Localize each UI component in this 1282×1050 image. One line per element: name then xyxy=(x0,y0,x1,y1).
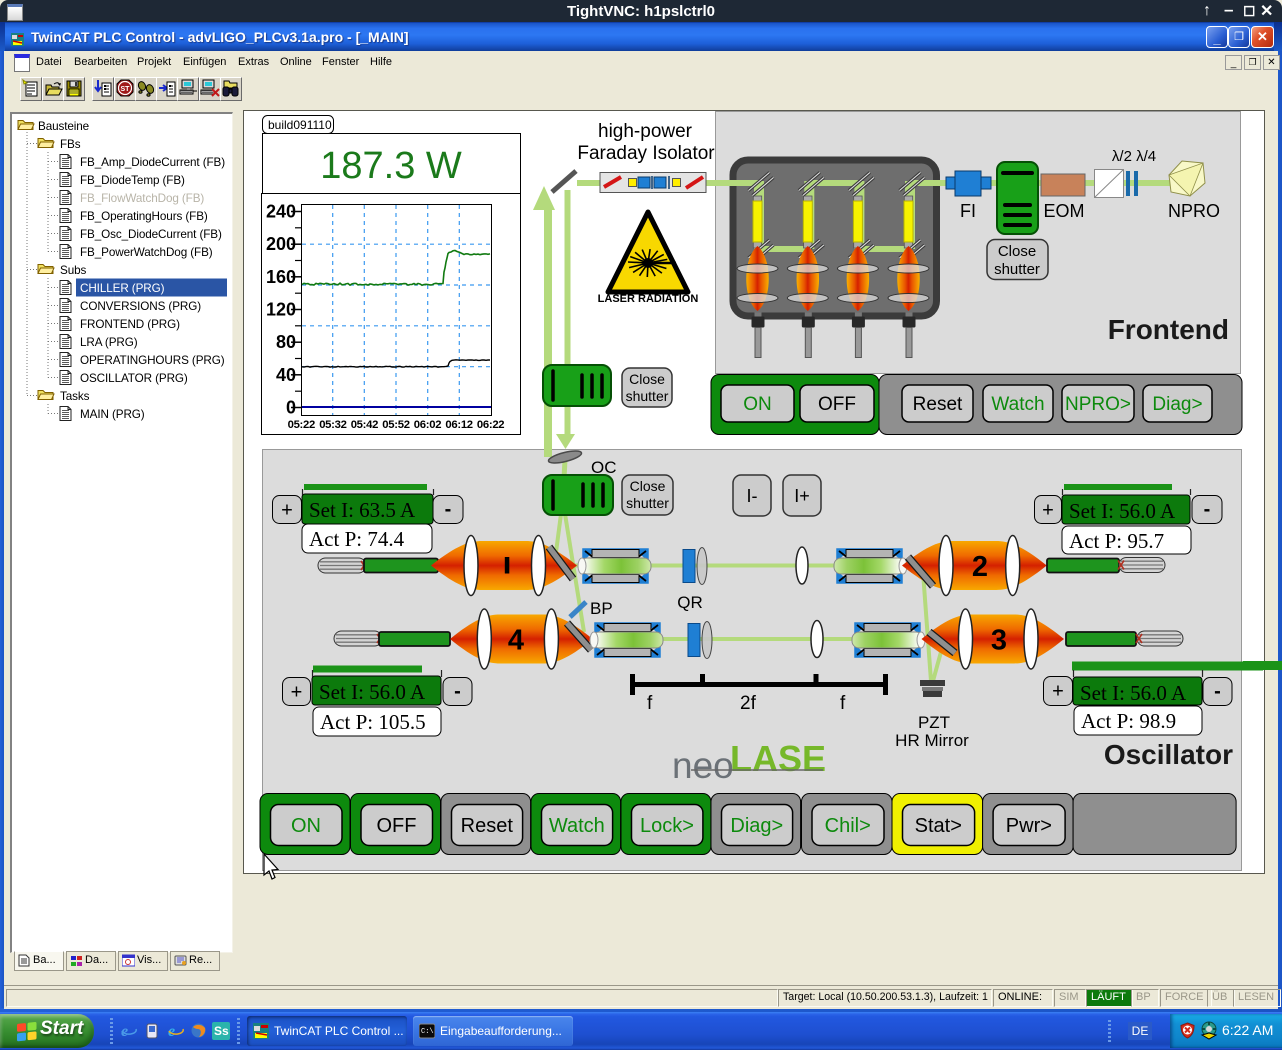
svg-text:LASER RADIATION: LASER RADIATION xyxy=(598,293,699,305)
svg-text:PZT: PZT xyxy=(918,713,950,732)
svg-text:NPRO: NPRO xyxy=(1168,201,1220,221)
svg-text:187.3 W: 187.3 W xyxy=(320,145,462,187)
svg-text:high-power: high-power xyxy=(598,121,693,142)
svg-text:Set I: 56.0 A: Set I: 56.0 A xyxy=(1069,499,1176,523)
svg-text:+: + xyxy=(1052,681,1064,703)
svg-text:C:\: C:\ xyxy=(421,1028,434,1036)
svg-text:BP: BP xyxy=(590,599,613,618)
svg-text:+: + xyxy=(281,500,293,522)
svg-text:OFF: OFF xyxy=(377,815,417,837)
svg-text:Close: Close xyxy=(998,243,1036,260)
svg-text:Diag>: Diag> xyxy=(1152,394,1202,415)
svg-text:Chil>: Chil> xyxy=(825,815,871,837)
svg-text:Set I: 56.0 A: Set I: 56.0 A xyxy=(319,680,426,704)
svg-text:05:22: 05:22 xyxy=(288,419,315,431)
svg-text:f: f xyxy=(840,693,846,714)
svg-text:neo: neo xyxy=(672,745,734,786)
svg-text:4: 4 xyxy=(508,625,524,657)
svg-text:λ/2 λ/4: λ/2 λ/4 xyxy=(1112,148,1156,165)
svg-text:I+: I+ xyxy=(794,486,810,506)
svg-text:06:12: 06:12 xyxy=(445,419,472,431)
svg-text:Watch: Watch xyxy=(991,394,1044,415)
svg-text:Pwr>: Pwr> xyxy=(1006,815,1052,837)
svg-text:+: + xyxy=(291,682,303,704)
svg-text:I-: I- xyxy=(747,486,758,506)
svg-text:LRA (PRG): LRA (PRG) xyxy=(80,336,138,349)
svg-text:NPRO>: NPRO> xyxy=(1065,394,1131,415)
svg-text:OFF: OFF xyxy=(818,394,856,415)
svg-text:Faraday Isolator: Faraday Isolator xyxy=(577,143,715,164)
svg-text:Stat>: Stat> xyxy=(915,815,962,837)
svg-text:Watch: Watch xyxy=(549,815,605,837)
svg-text:Reset: Reset xyxy=(913,394,963,415)
svg-text:120: 120 xyxy=(266,300,296,320)
svg-text:FRONTEND (PRG): FRONTEND (PRG) xyxy=(80,318,180,331)
svg-text:3: 3 xyxy=(991,625,1007,657)
svg-text:-: - xyxy=(1214,681,1221,703)
svg-text:f: f xyxy=(647,693,653,714)
svg-text:FB_FlowWatchDog (FB): FB_FlowWatchDog (FB) xyxy=(80,192,204,205)
svg-text:Reset: Reset xyxy=(461,815,514,837)
svg-text:Set I: 63.5 A: Set I: 63.5 A xyxy=(309,498,416,522)
svg-text:FB_DiodeTemp (FB): FB_DiodeTemp (FB) xyxy=(80,174,185,187)
svg-text:OSCILLATOR (PRG): OSCILLATOR (PRG) xyxy=(80,372,188,385)
svg-text:FB_PowerWatchDog (FB): FB_PowerWatchDog (FB) xyxy=(80,246,213,259)
svg-text:Set I: 56.0 A: Set I: 56.0 A xyxy=(1080,681,1187,705)
svg-text:MAIN (PRG): MAIN (PRG) xyxy=(80,408,145,421)
svg-text:-: - xyxy=(1204,499,1211,521)
svg-text:Frontend: Frontend xyxy=(1108,314,1229,345)
svg-text:FB_Amp_DiodeCurrent (FB): FB_Amp_DiodeCurrent (FB) xyxy=(80,156,225,169)
svg-text:200: 200 xyxy=(266,234,296,254)
svg-text:build091110: build091110 xyxy=(268,118,332,132)
svg-text:FI: FI xyxy=(960,201,976,221)
svg-text:LASE: LASE xyxy=(730,738,826,779)
svg-text:06:02: 06:02 xyxy=(414,419,441,431)
svg-text:CONVERSIONS (PRG): CONVERSIONS (PRG) xyxy=(80,300,201,313)
svg-text:ON: ON xyxy=(291,815,321,837)
svg-text:80: 80 xyxy=(276,332,296,352)
svg-text:2: 2 xyxy=(972,551,988,583)
svg-text:Close: Close xyxy=(630,478,666,494)
svg-text:240: 240 xyxy=(266,202,296,222)
svg-text:0: 0 xyxy=(286,398,296,418)
svg-text:Act P: 95.7: Act P: 95.7 xyxy=(1069,529,1164,553)
svg-text:ST: ST xyxy=(121,86,131,93)
svg-text:-: - xyxy=(454,681,461,703)
svg-text:Diag>: Diag> xyxy=(730,815,783,837)
svg-text:05:52: 05:52 xyxy=(382,419,409,431)
svg-text:Lock>: Lock> xyxy=(640,815,694,837)
svg-text:shutter: shutter xyxy=(994,261,1040,278)
svg-text:shutter: shutter xyxy=(626,388,669,404)
svg-text:Act P: 74.4: Act P: 74.4 xyxy=(309,527,405,551)
svg-text:2f: 2f xyxy=(740,693,757,714)
svg-text:Bausteine: Bausteine xyxy=(38,120,89,133)
svg-text:Close: Close xyxy=(629,371,665,387)
svg-text:ON: ON xyxy=(743,394,772,415)
svg-text:Act P: 98.9: Act P: 98.9 xyxy=(1081,709,1176,733)
svg-text:HR Mirror: HR Mirror xyxy=(895,731,969,750)
svg-text:FB_Osc_DiodeCurrent (FB): FB_Osc_DiodeCurrent (FB) xyxy=(80,228,222,241)
svg-text:05:32: 05:32 xyxy=(319,419,346,431)
svg-text:EOM: EOM xyxy=(1043,201,1084,221)
svg-text:QR: QR xyxy=(677,593,703,612)
svg-text:Act P: 105.5: Act P: 105.5 xyxy=(320,710,426,734)
svg-text:Subs: Subs xyxy=(60,264,86,277)
svg-text:Oscillator: Oscillator xyxy=(1104,739,1233,770)
svg-text:Ss: Ss xyxy=(214,1024,229,1038)
svg-text:06:22: 06:22 xyxy=(477,419,504,431)
svg-text:shutter: shutter xyxy=(626,495,669,511)
svg-text:Tasks: Tasks xyxy=(60,390,90,403)
svg-text:40: 40 xyxy=(276,365,296,385)
svg-text:05:42: 05:42 xyxy=(351,419,378,431)
svg-text:FBs: FBs xyxy=(60,138,81,151)
svg-text:CHILLER (PRG): CHILLER (PRG) xyxy=(80,282,165,295)
svg-text:OPERATINGHOURS (PRG): OPERATINGHOURS (PRG) xyxy=(80,354,225,367)
svg-text:160: 160 xyxy=(266,267,296,287)
svg-text:+: + xyxy=(1042,500,1054,522)
svg-text:-: - xyxy=(445,499,452,521)
svg-text:FB_OperatingHours (FB): FB_OperatingHours (FB) xyxy=(80,210,208,223)
